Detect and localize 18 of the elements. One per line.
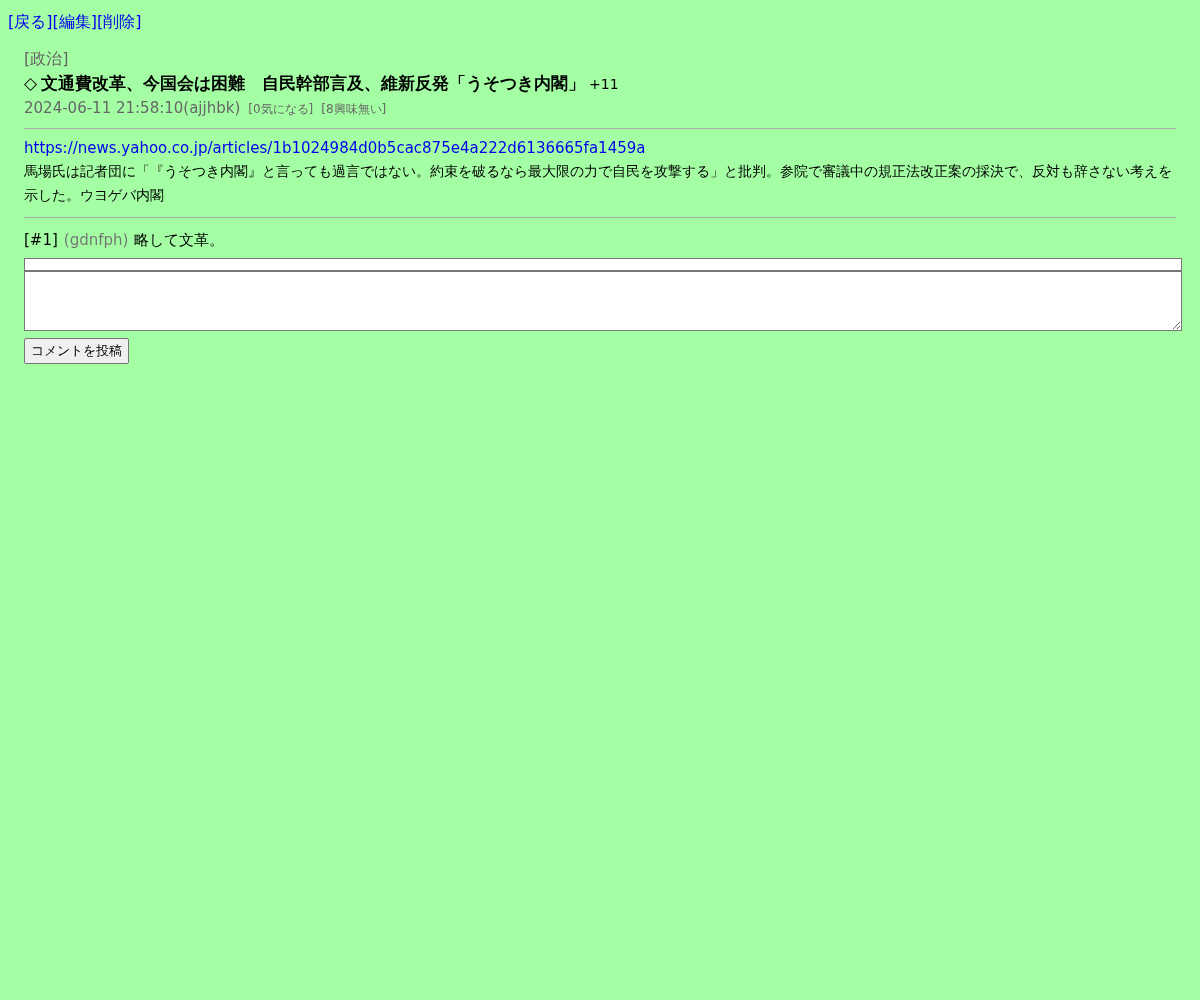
submit-button[interactable]: コメントを投稿 [24, 338, 129, 364]
score-count: +11 [589, 75, 619, 94]
category-label: [政治] [24, 48, 70, 70]
comment-text: 略して文革。 [134, 230, 225, 251]
nav-link[interactable]: [削除] [96, 10, 142, 34]
comment-user: (gdnfph) [63, 230, 129, 251]
comment-number: [#1] [24, 230, 58, 251]
post-title: 文通費改革、今国会は困難 自民幹部言及、維新反発「うそつき内閣」 [41, 72, 586, 95]
post-body: 馬場氏は記者団に「『うそつき内閣』と言っても過言ではない。約束を破るなら最大限の力で自民を攻撃する」と批判。参院で審議中の規正法改正案の採決で、反対も辞さない考えを示した。ウヨゲバ内閣 [24, 162, 1173, 205]
article-link[interactable]: https://news.yahoo.co.jp/articles/1b1024984d0b5cac875e4a222d6136665fa1459a [24, 137, 1176, 159]
reaction-link[interactable]: [8興味無い] [321, 98, 387, 120]
nav-link[interactable]: [編集] [52, 10, 97, 34]
diamond-mark: ◇ [24, 72, 38, 95]
comment-textarea[interactable] [24, 271, 1182, 331]
name-input-field[interactable] [24, 258, 1182, 271]
post-meta: 2024-06-11 21:58:10(ajjhbk) [24, 98, 241, 119]
nav-link[interactable]: [戻る] [8, 10, 53, 34]
reaction-link[interactable]: [0気になる] [248, 98, 314, 120]
